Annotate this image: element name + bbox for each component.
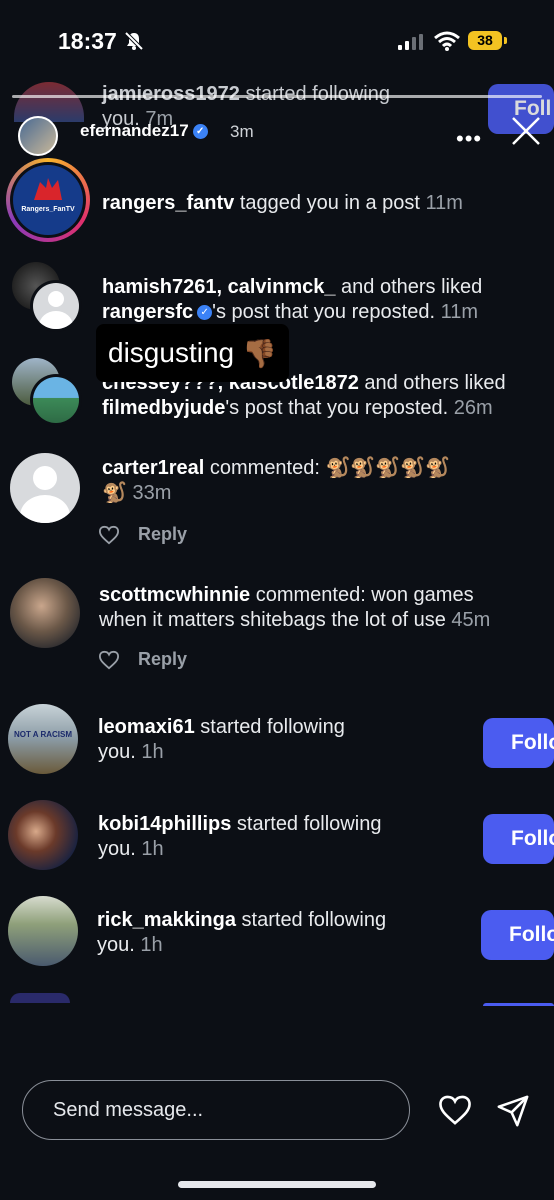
reply-button[interactable]: Reply xyxy=(138,649,187,670)
home-indicator xyxy=(178,1181,376,1188)
battery-indicator: 38 xyxy=(468,31,502,50)
monkey-emoji: 🐒 xyxy=(102,482,127,504)
avatar-jamieross1972[interactable] xyxy=(14,82,84,122)
notification-rick-makkinga[interactable]: rick_makkinga started following you. 1h xyxy=(97,908,386,958)
verified-badge-icon: ✓ xyxy=(192,124,208,140)
follow-button[interactable]: Follo xyxy=(483,814,554,864)
notification-line2: you. xyxy=(98,838,136,860)
notification-time: 26m xyxy=(453,397,493,419)
notification-hamish7261[interactable]: hamish7261, calvinmck_ and others liked … xyxy=(102,275,482,325)
notification-user[interactable]: rangers_fantv xyxy=(102,192,234,214)
more-options-icon[interactable]: ••• xyxy=(456,126,482,152)
notification-kobi14phillips[interactable]: kobi14phillips started following you. 1h xyxy=(98,812,381,862)
avatar-calvinmck[interactable] xyxy=(30,280,82,332)
signal-icon xyxy=(398,34,423,50)
notification-line2: 's post that you reposted. xyxy=(225,397,449,419)
close-icon[interactable] xyxy=(510,115,542,147)
notification-action: and others liked xyxy=(358,372,506,394)
send-message-input[interactable] xyxy=(22,1080,410,1140)
heart-outline-icon[interactable] xyxy=(98,650,120,670)
notification-line2: when it matters shitebags the lot of use xyxy=(99,609,446,631)
notification-time: 1h xyxy=(140,934,163,956)
story-text-sticker: disgusting 👎🏾 xyxy=(96,324,289,382)
story-time: 3m xyxy=(230,122,254,141)
notification-action: started following xyxy=(231,813,382,835)
notification-action: started following xyxy=(194,716,345,738)
notification-users[interactable]: hamish7261, calvinmck_ xyxy=(102,276,335,298)
wifi-icon xyxy=(434,31,460,51)
like-heart-icon[interactable] xyxy=(437,1094,473,1126)
notification-time: 33m xyxy=(132,482,172,504)
avatar-label: NOT A RACISM xyxy=(13,730,73,739)
muted-bell-icon xyxy=(124,31,144,51)
avatar-scottmcwhinnie[interactable] xyxy=(10,578,80,648)
send-direct-icon[interactable] xyxy=(496,1094,530,1128)
notification-action: and others liked xyxy=(335,276,483,298)
notification-user[interactable]: kobi14phillips xyxy=(98,813,231,835)
notification-action: started following xyxy=(235,909,387,931)
avatar-rick-makkinga[interactable] xyxy=(8,896,78,966)
post-owner[interactable]: filmedbyjude xyxy=(102,397,225,419)
verified-badge-icon: ✓ xyxy=(197,305,213,321)
story-progress-bar xyxy=(12,95,542,98)
heart-outline-icon[interactable] xyxy=(98,525,120,545)
notification-time: 11m xyxy=(425,192,463,214)
monkey-emojis: 🐒🐒🐒🐒🐒 xyxy=(325,457,450,479)
notification-action: tagged you in a post xyxy=(234,192,420,214)
notification-action: commented: xyxy=(204,457,326,479)
story-avatar[interactable] xyxy=(18,116,58,156)
notification-line2: you. xyxy=(98,741,136,763)
notification-user[interactable]: jamieross1972 xyxy=(102,83,240,105)
sticker-text: disgusting xyxy=(108,337,235,368)
reply-button[interactable]: Reply xyxy=(138,524,187,545)
follow-button[interactable]: Follo xyxy=(483,718,554,768)
notification-line2: 's post that you reposted. xyxy=(212,301,435,323)
notification-user[interactable]: carter1real xyxy=(102,457,204,479)
reply-action[interactable]: Reply xyxy=(98,524,187,545)
reply-action[interactable]: Reply xyxy=(98,649,187,670)
notification-time: 45m xyxy=(451,609,491,631)
follow-button[interactable]: Follo xyxy=(481,910,554,960)
notification-rangers-fantv[interactable]: rangers_fantv tagged you in a post 11m xyxy=(102,191,463,216)
avatar-rangers-fantv[interactable]: Rangers_FanTV xyxy=(6,158,90,242)
next-row-button-partial xyxy=(483,1003,554,1006)
thumbs-down-icon: 👎🏾 xyxy=(242,337,277,369)
notification-leomaxi61[interactable]: leomaxi61 started following you. 1h xyxy=(98,715,345,765)
avatar-leomaxi61[interactable]: NOT A RACISM xyxy=(8,704,78,774)
notification-user[interactable]: scottmcwhinnie xyxy=(99,584,250,606)
next-row-avatar-partial xyxy=(10,993,70,1003)
notification-time: 1h xyxy=(141,741,164,763)
lion-crest-icon xyxy=(34,178,62,200)
notification-time: 11m xyxy=(440,301,478,323)
battery-nub xyxy=(504,37,507,44)
notification-action: commented: won games xyxy=(250,584,474,606)
story-username[interactable]: efernandez17 ✓ xyxy=(80,121,208,141)
notification-action: started following xyxy=(239,83,390,105)
notification-time: 1h xyxy=(141,838,164,860)
avatar-kaiscotle1872[interactable] xyxy=(30,374,82,426)
notification-line2: you. xyxy=(97,934,135,956)
avatar-label: Rangers_FanTV xyxy=(21,206,75,213)
notification-carter1real[interactable]: carter1real commented: 🐒🐒🐒🐒🐒 🐒 33m xyxy=(102,456,450,506)
notification-scottmcwhinnie[interactable]: scottmcwhinnie commented: won games when… xyxy=(99,583,490,633)
post-owner[interactable]: rangersfc xyxy=(102,301,193,323)
avatar-kobi14phillips[interactable] xyxy=(8,800,78,870)
story-username-text: efernandez17 xyxy=(80,121,189,140)
status-time: 18:37 xyxy=(58,28,117,54)
notification-user[interactable]: rick_makkinga xyxy=(97,909,236,931)
notification-user[interactable]: leomaxi61 xyxy=(98,716,195,738)
avatar-carter1real[interactable] xyxy=(10,453,80,523)
